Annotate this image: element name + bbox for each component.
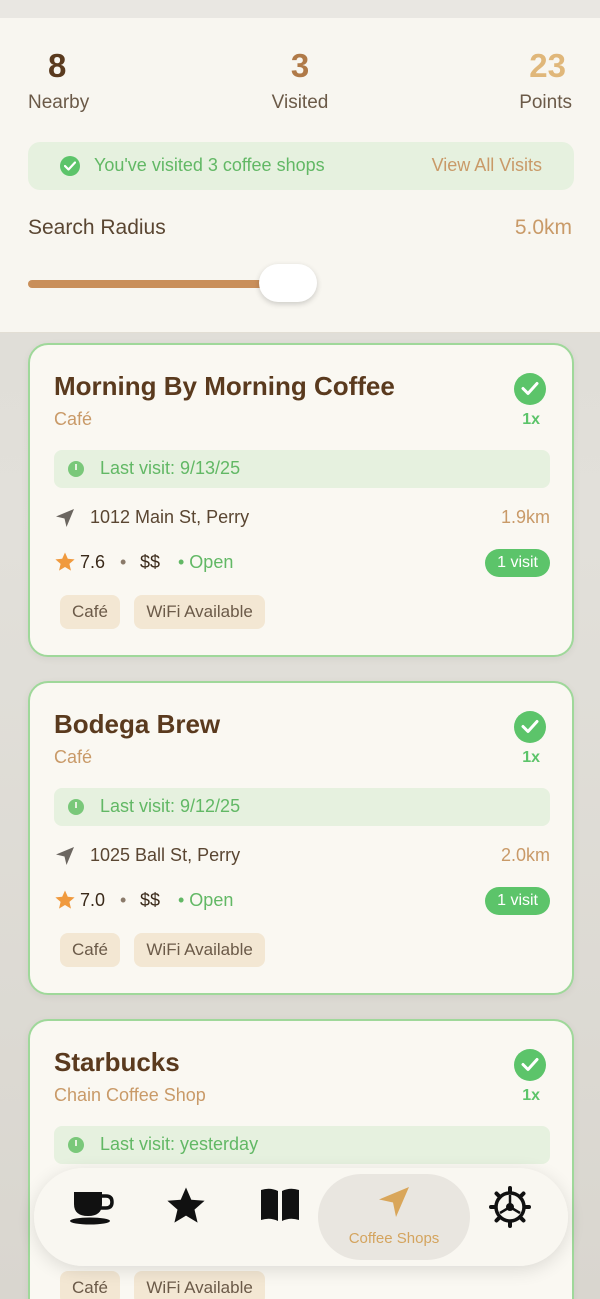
shop-card[interactable]: Bodega Brew Café 1x Last visit: 9/12/25 … [28,681,574,995]
stat-visited-label: Visited [271,92,329,113]
coffee-cup-icon [68,1186,116,1231]
book-icon [258,1186,302,1229]
stat-points[interactable]: 23 Points [519,46,572,114]
tab-coffee-shops[interactable]: Coffee Shops [318,1174,470,1260]
tag: Café [60,595,120,629]
shop-type: Chain Coffee Shop [54,1085,206,1105]
last-visit-banner: Last visit: yesterday [54,1126,550,1164]
shop-name: Morning By Morning Coffee [54,371,395,401]
search-radius-value: 5.0km [514,216,572,239]
stat-visited-value: 3 [290,47,310,84]
visited-check-icon [514,1049,546,1081]
info-row: 7.0 • $$ • Open 1 visit [54,887,550,917]
location-arrow-icon [54,507,76,534]
tag-list: Café WiFi Available [60,933,275,967]
clock-icon [68,1137,84,1153]
shop-distance: 1.9km [500,507,550,527]
separator-dot: • [120,552,127,572]
gear-icon [489,1186,531,1233]
shop-type: Café [54,747,93,767]
status-bar-area [0,0,600,18]
visit-count: 1x [522,749,540,766]
tab-bar: Coffee Shops [34,1168,568,1266]
tag-list: Café WiFi Available [60,595,275,629]
search-radius-row: Search Radius 5.0km [28,216,572,246]
visit-count: 1x [522,1087,540,1104]
shop-name: Bodega Brew [54,709,221,739]
visits-badge: 1 visit [485,887,550,915]
tag: Café [60,933,120,967]
stats-row: 8 Nearby 3 Visited 23 Points [28,46,572,126]
tag: WiFi Available [134,1271,265,1299]
visit-count: 1x [522,411,540,428]
shop-address: 1025 Ball St, Perry [90,845,241,865]
open-status: • Open [178,890,234,910]
slider-thumb[interactable] [259,264,317,302]
location-arrow-icon [54,845,76,872]
shop-price: $$ [140,552,161,572]
separator-dot: • [120,890,127,910]
tag: WiFi Available [134,933,265,967]
visited-check-icon [514,373,546,405]
stats-header: 8 Nearby 3 Visited 23 Points You've visi… [0,18,600,333]
star-icon [165,1186,207,1231]
address-row: 1012 Main St, Perry 1.9km [54,505,550,533]
stat-points-label: Points [519,92,572,113]
last-visit-text: Last visit: yesterday [100,1134,259,1154]
open-status: • Open [178,552,234,572]
visited-message: You've visited 3 coffee shops [94,155,325,175]
tab-journal[interactable] [232,1168,328,1266]
stat-points-value: 23 [529,47,566,84]
stat-nearby-value: 8 [48,47,67,84]
last-visit-banner: Last visit: 9/13/25 [54,450,550,488]
slider-track-filled [28,280,292,288]
visited-check-icon [514,711,546,743]
view-all-visits-link[interactable]: View All Visits [432,155,542,176]
tab-favorites[interactable] [138,1168,234,1266]
clock-icon [68,461,84,477]
stat-nearby-label: Nearby [28,92,90,113]
tab-coffee[interactable] [44,1168,140,1266]
shop-address: 1012 Main St, Perry [90,507,250,527]
shop-price: $$ [140,890,161,910]
last-visit-text: Last visit: 9/12/25 [100,796,241,816]
stat-nearby[interactable]: 8 Nearby [28,46,89,114]
address-row: 1025 Ball St, Perry 2.0km [54,843,550,871]
visits-badge: 1 visit [485,549,550,577]
tab-label: Coffee Shops [348,1230,440,1247]
last-visit-banner: Last visit: 9/12/25 [54,788,550,826]
info-row: 7.6 • $$ • Open 1 visit [54,549,550,579]
shop-type: Café [54,409,93,429]
stat-visited[interactable]: 3 Visited [272,46,329,114]
clock-icon [68,799,84,815]
search-radius-label: Search Radius [28,216,166,239]
tag: Café [60,1271,120,1299]
shop-name: Starbucks [54,1047,180,1077]
location-arrow-icon [376,1184,412,1225]
tag-list: Café WiFi Available [60,1271,275,1299]
tag: WiFi Available [134,595,265,629]
shop-rating: 7.0 [80,890,106,910]
shop-rating: 7.6 [80,552,106,572]
visited-banner: You've visited 3 coffee shops View All V… [28,142,574,190]
last-visit-text: Last visit: 9/13/25 [100,458,241,478]
shop-distance: 2.0km [500,845,550,865]
tab-settings[interactable] [462,1168,558,1266]
star-icon [54,551,76,578]
search-radius-slider[interactable] [28,264,318,304]
checkmark-icon [60,156,80,176]
shop-card[interactable]: Morning By Morning Coffee Café 1x Last v… [28,343,574,657]
star-icon [54,889,76,916]
